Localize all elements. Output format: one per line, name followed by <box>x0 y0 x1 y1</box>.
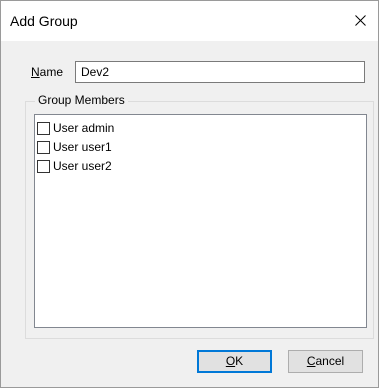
close-button[interactable] <box>342 1 378 41</box>
user-admin-checkbox[interactable] <box>37 121 50 135</box>
ok-label-rest: K <box>235 354 244 368</box>
title-bar: Add Group <box>1 1 378 41</box>
group-members-list[interactable]: User admin User user1 User user2 <box>34 114 367 328</box>
list-item-user-admin[interactable]: User admin <box>37 120 114 136</box>
ok-accelerator: O <box>225 354 236 368</box>
dialog-title: Add Group <box>10 13 78 29</box>
name-label: Name <box>31 65 63 80</box>
name-label-rest: ame <box>39 65 64 79</box>
cancel-label-rest: ancel <box>315 354 345 368</box>
list-item-label: User user1 <box>53 140 112 154</box>
user-user2-checkbox[interactable] <box>37 159 50 173</box>
list-item-label: User admin <box>53 121 115 135</box>
add-group-dialog: Add Group Name Dev2 Group Members User a… <box>0 0 379 388</box>
group-members-label: Group Members <box>35 93 128 108</box>
list-item-user-user2[interactable]: User user2 <box>37 158 112 174</box>
list-item-user-user1[interactable]: User user1 <box>37 139 112 155</box>
name-input[interactable]: Dev2 <box>75 61 365 83</box>
close-icon <box>355 15 366 26</box>
cancel-button[interactable]: Cancel <box>288 350 363 373</box>
ok-button[interactable]: OK <box>197 350 272 373</box>
name-label-accelerator: N <box>31 65 40 79</box>
user-user1-checkbox[interactable] <box>37 140 50 154</box>
list-item-label: User user2 <box>53 159 112 173</box>
